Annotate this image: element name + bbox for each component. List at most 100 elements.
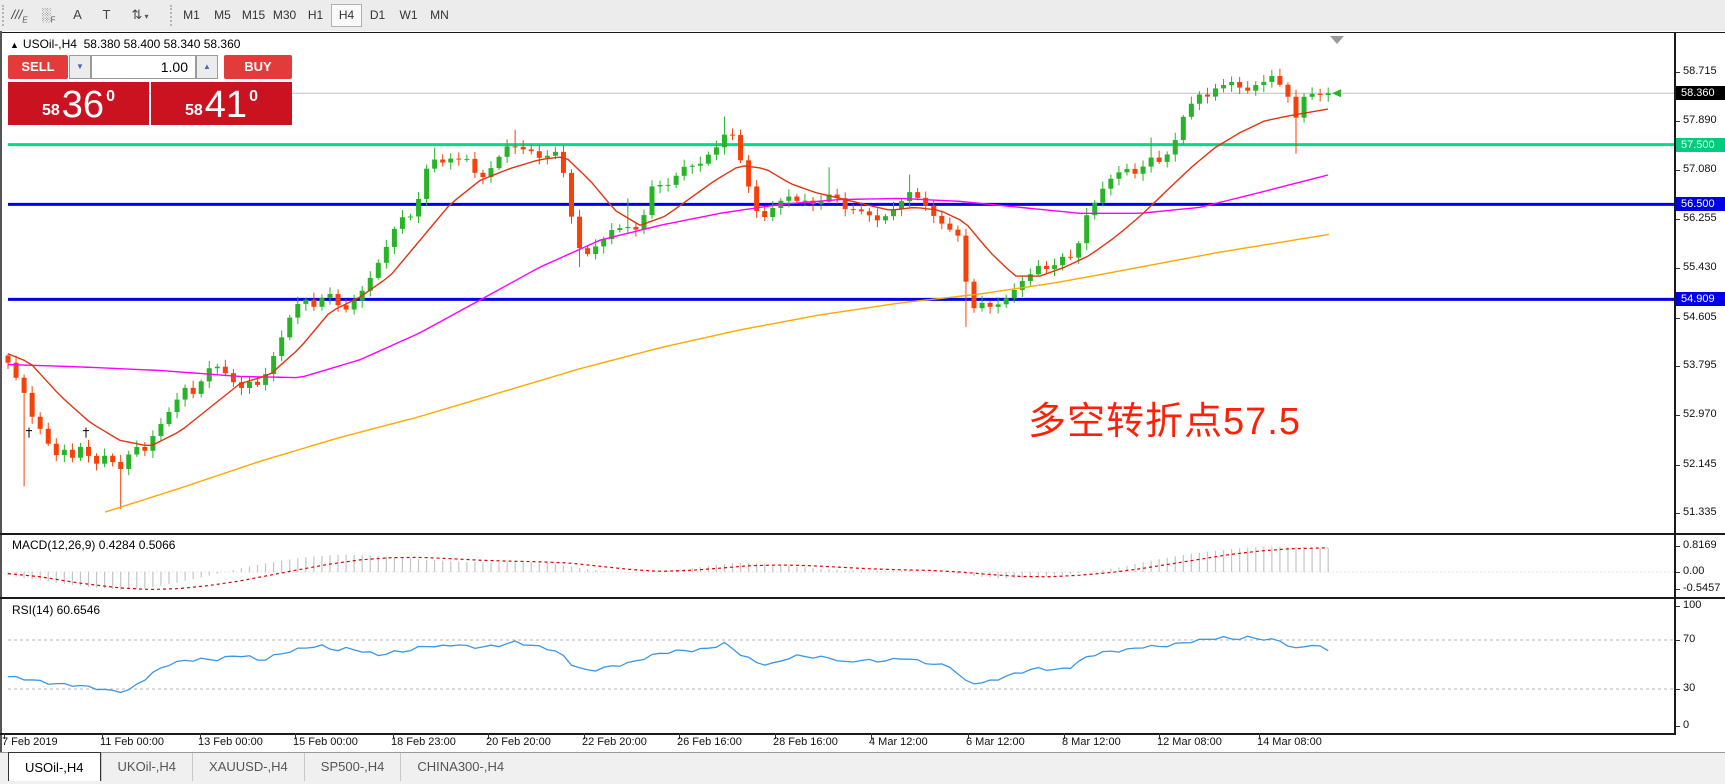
rsi-axis-label: 100 — [1683, 599, 1701, 611]
price-tick — [1676, 268, 1680, 269]
volume-decrease-button[interactable]: ▼ — [69, 55, 91, 79]
sell-price-big: 36 — [62, 89, 104, 121]
time-axis-label: 18 Feb 23:00 — [391, 736, 456, 748]
timeframe-M30[interactable]: M30 — [269, 4, 300, 27]
price-axis-label: 54.605 — [1683, 311, 1717, 323]
sell-price-sup: 0 — [106, 89, 115, 105]
rsi-tick — [1676, 689, 1680, 690]
tab-china300-h4[interactable]: CHINA300-,H4 — [400, 753, 520, 781]
time-axis-label: 22 Feb 20:00 — [582, 736, 647, 748]
timeframe-M5[interactable]: M5 — [207, 4, 238, 27]
price-tick — [1676, 170, 1680, 171]
symbol-tab-bar: USOil-,H4UKOil-,H4XAUUSD-,H4SP500-,H4CHI… — [0, 752, 1725, 781]
time-axis-label: 13 Feb 00:00 — [198, 736, 263, 748]
price-axis-label: 57.890 — [1683, 114, 1717, 126]
price-tick — [1676, 121, 1680, 122]
price-tick — [1676, 72, 1680, 73]
timeframe-MN[interactable]: MN — [424, 4, 455, 27]
price-axis: 58.715 57.890 57.080 56.255 55.430 54.605 53.7… — [1676, 0, 1725, 784]
one-click-trading-widget: SELL ▼ ▲ BUY 58 36 0 58 41 0 — [8, 55, 292, 79]
price-axis-label: 56.255 — [1683, 212, 1717, 224]
timeframe-M1[interactable]: M1 — [176, 4, 207, 27]
rsi-axis-label: 70 — [1683, 633, 1695, 645]
buy-price-panel[interactable]: 58 41 0 — [151, 82, 292, 125]
time-axis-label: 20 Feb 20:00 — [486, 736, 551, 748]
rsi-tick — [1676, 606, 1680, 607]
timeframe-W1[interactable]: W1 — [393, 4, 424, 27]
time-axis-label: 6 Mar 12:00 — [966, 736, 1025, 748]
chart-symbol: USOil-,H4 — [23, 37, 77, 51]
price-tick — [1676, 465, 1680, 466]
tab-xauusd-h4[interactable]: XAUUSD-,H4 — [192, 753, 304, 781]
price-axis-label: 55.430 — [1683, 261, 1717, 273]
time-axis-label: 14 Mar 08:00 — [1257, 736, 1322, 748]
sell-price-panel[interactable]: 58 36 0 — [8, 82, 149, 125]
textbox-icon[interactable]: T — [93, 3, 120, 27]
tab-usoil-h4[interactable]: USOil-,H4 — [8, 752, 101, 781]
chart-title: ▲ USOil-,H4 58.380 58.400 58.340 58.360 — [10, 37, 240, 51]
time-axis-label: 7 Feb 2019 — [2, 736, 58, 748]
price-tick — [1676, 318, 1680, 319]
buy-price-prefix: 58 — [185, 103, 203, 119]
buy-button[interactable]: BUY — [224, 55, 292, 79]
rsi-indicator-plot[interactable] — [0, 599, 1676, 733]
price-axis-label: 52.970 — [1683, 408, 1717, 420]
price-badge-57.500: 57.500 — [1676, 138, 1725, 152]
time-axis-label: 15 Feb 00:00 — [293, 736, 358, 748]
sell-button[interactable]: SELL — [8, 55, 68, 79]
timeframe-M15[interactable]: M15 — [238, 4, 269, 27]
rsi-tick — [1676, 726, 1680, 727]
last-price-arrow — [1332, 89, 1341, 97]
tab-ukoil-h4[interactable]: UKOil-,H4 — [101, 753, 193, 781]
timeframe-H4[interactable]: H4 — [331, 4, 362, 27]
fibonacci-grid-icon[interactable]: ░F — [35, 3, 62, 27]
price-axis-label: 57.080 — [1683, 163, 1717, 175]
price-tick — [1676, 219, 1680, 220]
price-tick — [1676, 366, 1680, 367]
chart-annotation-text: 多空转折点57.5 — [1028, 390, 1301, 445]
arrows-tool-icon[interactable]: ⇅▾ — [122, 3, 158, 27]
rsi-axis-label: 30 — [1683, 682, 1695, 694]
spinner-down-icon: ▼ — [76, 62, 84, 71]
buy-price-sup: 0 — [249, 89, 258, 105]
price-badge-56.500: 56.500 — [1676, 197, 1725, 211]
volume-increase-button[interactable]: ▲ — [196, 55, 218, 79]
time-axis-border — [0, 733, 1676, 735]
macd-axis-label: 0.00 — [1683, 565, 1704, 577]
macd-tick — [1676, 546, 1680, 547]
time-axis-label: 11 Feb 00:00 — [100, 736, 164, 748]
time-axis-label: 12 Mar 08:00 — [1157, 736, 1222, 748]
time-axis-label: 28 Feb 16:00 — [773, 736, 838, 748]
spinner-up-icon: ▲ — [203, 62, 211, 71]
price-axis-label: 58.715 — [1683, 65, 1717, 77]
price-tick — [1676, 513, 1680, 514]
time-axis-label: 26 Feb 16:00 — [677, 736, 742, 748]
rsi-label: RSI(14) 60.6546 — [12, 603, 100, 617]
price-badge-58.360: 58.360 — [1676, 86, 1725, 100]
sell-price-prefix: 58 — [42, 103, 60, 119]
toolbar-grip[interactable] — [170, 5, 174, 26]
timeframe-D1[interactable]: D1 — [362, 4, 393, 27]
text-label-icon[interactable]: A — [64, 3, 91, 27]
chart-quotes: 58.380 58.400 58.340 58.360 — [84, 37, 241, 51]
price-tick — [1676, 415, 1680, 416]
buy-price-big: 41 — [205, 89, 247, 121]
macd-tick — [1676, 589, 1680, 590]
macd-label: MACD(12,26,9) 0.4284 0.5066 — [12, 538, 175, 552]
macd-axis-label: 0.8169 — [1683, 539, 1717, 551]
price-axis-label: 53.795 — [1683, 359, 1717, 371]
price-axis-label: 52.145 — [1683, 458, 1717, 470]
scroll-to-end-marker-icon[interactable] — [1330, 36, 1344, 44]
rsi-axis-label: 0 — [1683, 719, 1689, 731]
time-axis-label: 8 Mar 12:00 — [1062, 736, 1121, 748]
macd-indicator-plot[interactable] — [0, 535, 1676, 597]
tab-sp500-h4[interactable]: SP500-,H4 — [304, 753, 401, 781]
price-badge-54.909: 54.909 — [1676, 292, 1725, 306]
timeframe-H1[interactable]: H1 — [300, 4, 331, 27]
volume-input[interactable] — [91, 55, 196, 79]
macd-axis-label: -0.5457 — [1683, 582, 1720, 594]
macd-tick — [1676, 572, 1680, 573]
andrews-pitchfork-icon[interactable]: ///E — [6, 3, 33, 27]
price-axis-label: 51.335 — [1683, 506, 1717, 518]
collapse-arrow-icon[interactable]: ▲ — [10, 40, 19, 50]
